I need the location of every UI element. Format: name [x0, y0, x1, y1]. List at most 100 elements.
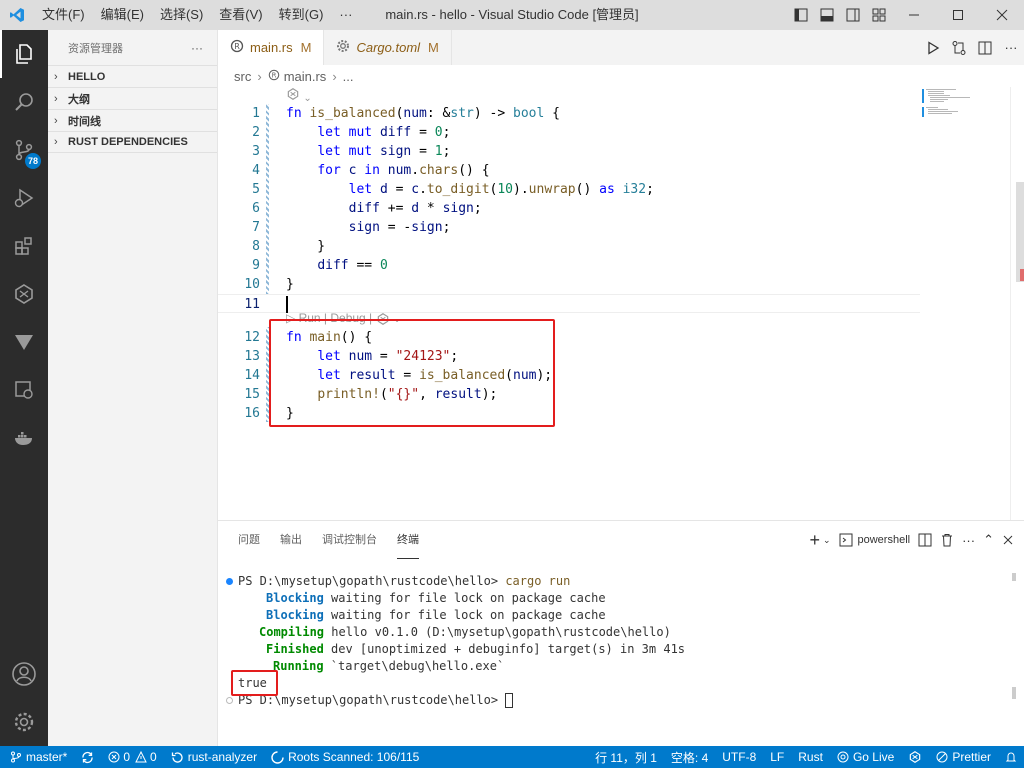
line-number: 13	[244, 349, 260, 364]
analyzer-label: rust-analyzer	[187, 750, 258, 764]
problems-indicator[interactable]: 0 0	[101, 746, 163, 768]
tab-main-rs[interactable]: R main.rs M	[218, 30, 325, 65]
status-text: `target\debug\hello.exe`	[323, 659, 505, 673]
terminal-profile[interactable]: powershell	[839, 521, 910, 559]
line-number: 16	[244, 406, 260, 421]
go-live-label: Go Live	[852, 750, 895, 764]
menu-selection[interactable]: 选择(S)	[152, 0, 211, 30]
line-number: 6	[252, 201, 260, 216]
menu-more[interactable]: ···	[331, 0, 360, 30]
code-text: diff == 0	[317, 258, 388, 273]
sync-button[interactable]	[74, 746, 101, 768]
tab-label: main.rs	[250, 40, 293, 55]
terminal-scrollbar-marker	[1012, 573, 1016, 581]
notifications-icon[interactable]	[998, 746, 1024, 768]
new-terminal-button[interactable]: + ⌄	[809, 521, 830, 559]
rust-analyzer-status[interactable]: rust-analyzer	[164, 746, 264, 768]
scrollbar-marker	[1020, 269, 1024, 281]
line-number: 11	[244, 297, 260, 312]
code-editor[interactable]: ⌄ 1 fn is_balanced(num: &str) -> bool { 2…	[218, 87, 920, 520]
rust-icon	[287, 88, 299, 100]
settings-gear-icon[interactable]	[0, 698, 48, 746]
menu-view[interactable]: 查看(V)	[211, 0, 270, 30]
editor-scrollbar[interactable]	[1010, 87, 1024, 520]
tab-debug-console[interactable]: 调试控制台	[322, 521, 377, 559]
encoding[interactable]: UTF-8	[715, 746, 763, 768]
trash-icon[interactable]	[940, 521, 954, 559]
language-mode[interactable]: Rust	[791, 746, 830, 768]
menu-file[interactable]: 文件(F)	[34, 0, 93, 30]
code-text: for c in num.chars() {	[317, 163, 490, 178]
prompt-text: PS D:\mysetup\gopath\rustcode\hello>	[238, 574, 506, 588]
broadcast-icon	[837, 751, 849, 763]
chevron-right-icon: ›	[257, 68, 262, 84]
search-icon[interactable]	[0, 78, 48, 126]
rust-icon[interactable]	[0, 270, 48, 318]
terminal-line: Compiling hello v0.1.0 (D:\mysetup\gopat…	[259, 624, 671, 641]
end-of-line[interactable]: LF	[763, 746, 791, 768]
warning-count: 0	[150, 750, 157, 764]
tab-label: Cargo.toml	[356, 40, 421, 55]
more-actions-icon[interactable]: ···	[962, 521, 975, 559]
split-terminal-icon[interactable]	[918, 521, 932, 559]
remote-explorer-icon[interactable]	[0, 366, 48, 414]
toggle-sidebar-icon[interactable]	[788, 0, 814, 30]
bell-icon	[1005, 752, 1017, 762]
menu-edit[interactable]: 编辑(E)	[93, 0, 152, 30]
close-button[interactable]	[980, 0, 1024, 30]
menu-go[interactable]: 转到(G)	[271, 0, 332, 30]
command-text: cargo run	[505, 574, 571, 588]
maximize-button[interactable]	[936, 0, 980, 30]
split-editor-icon[interactable]	[972, 30, 998, 65]
tab-problems[interactable]: 问题	[238, 521, 260, 559]
tab-terminal[interactable]: 终端	[397, 521, 419, 559]
section-label: 时间线	[68, 115, 101, 128]
indentation[interactable]: 空格: 4	[664, 746, 715, 768]
branch-indicator[interactable]: master*	[0, 746, 74, 768]
compare-changes-icon[interactable]	[946, 30, 972, 65]
more-actions-icon[interactable]: ···	[998, 30, 1024, 65]
tab-output[interactable]: 输出	[280, 521, 302, 559]
customize-layout-icon[interactable]	[866, 0, 892, 30]
minimap[interactable]	[920, 87, 1010, 520]
close-panel-icon[interactable]	[1002, 521, 1014, 559]
section-rust-dependencies[interactable]: › RUST DEPENDENCIES	[48, 131, 217, 153]
source-control-icon[interactable]: 78	[0, 126, 48, 174]
roots-scanned-status[interactable]: Roots Scanned: 106/115	[264, 746, 426, 768]
tab-cargo-toml[interactable]: Cargo.toml M	[324, 30, 452, 65]
error-count: 0	[123, 750, 131, 764]
explorer-icon[interactable]	[0, 30, 48, 78]
terminal-line: PS D:\mysetup\gopath\rustcode\hello> car…	[238, 573, 570, 590]
section-hello[interactable]: › HELLO	[48, 65, 217, 87]
toggle-secondary-sidebar-icon[interactable]	[840, 0, 866, 30]
toggle-panel-icon[interactable]	[814, 0, 840, 30]
section-timeline[interactable]: › 时间线	[48, 109, 217, 131]
extensions-icon[interactable]	[0, 222, 48, 270]
maximize-panel-icon[interactable]: ⌃	[983, 521, 994, 559]
run-file-icon[interactable]	[920, 30, 946, 65]
testing-icon[interactable]	[0, 318, 48, 366]
minimize-button[interactable]	[892, 0, 936, 30]
sidebar-more-button[interactable]: ···	[191, 41, 203, 55]
line-number: 14	[244, 368, 260, 383]
section-outline[interactable]: › 大纲	[48, 87, 217, 109]
breadcrumb-file[interactable]: main.rs	[284, 69, 327, 84]
breadcrumb-folder[interactable]: src	[234, 69, 251, 84]
scrollbar-thumb[interactable]	[1016, 182, 1024, 282]
run-debug-icon[interactable]	[0, 174, 48, 222]
go-live-button[interactable]: Go Live	[830, 746, 901, 768]
code-text: let d = c.to_digit(10).unwrap() as i32;	[348, 182, 654, 197]
accounts-icon[interactable]	[0, 650, 48, 698]
rust-status-icon[interactable]	[901, 746, 929, 768]
terminal-output[interactable]: PS D:\mysetup\gopath\rustcode\hello> car…	[218, 573, 1008, 743]
code-line: 9 diff == 0	[218, 256, 920, 275]
prettier-status[interactable]: Prettier	[929, 746, 998, 768]
docker-icon[interactable]	[0, 414, 48, 462]
codelens-top[interactable]: ⌄	[286, 87, 312, 104]
cursor-position[interactable]: 行 11，列 1	[588, 746, 664, 768]
status-label: Finished	[266, 642, 324, 656]
error-icon	[108, 751, 120, 763]
breadcrumb-more[interactable]: ...	[343, 69, 354, 84]
loading-icon	[271, 750, 284, 764]
section-label: HELLO	[68, 70, 106, 83]
